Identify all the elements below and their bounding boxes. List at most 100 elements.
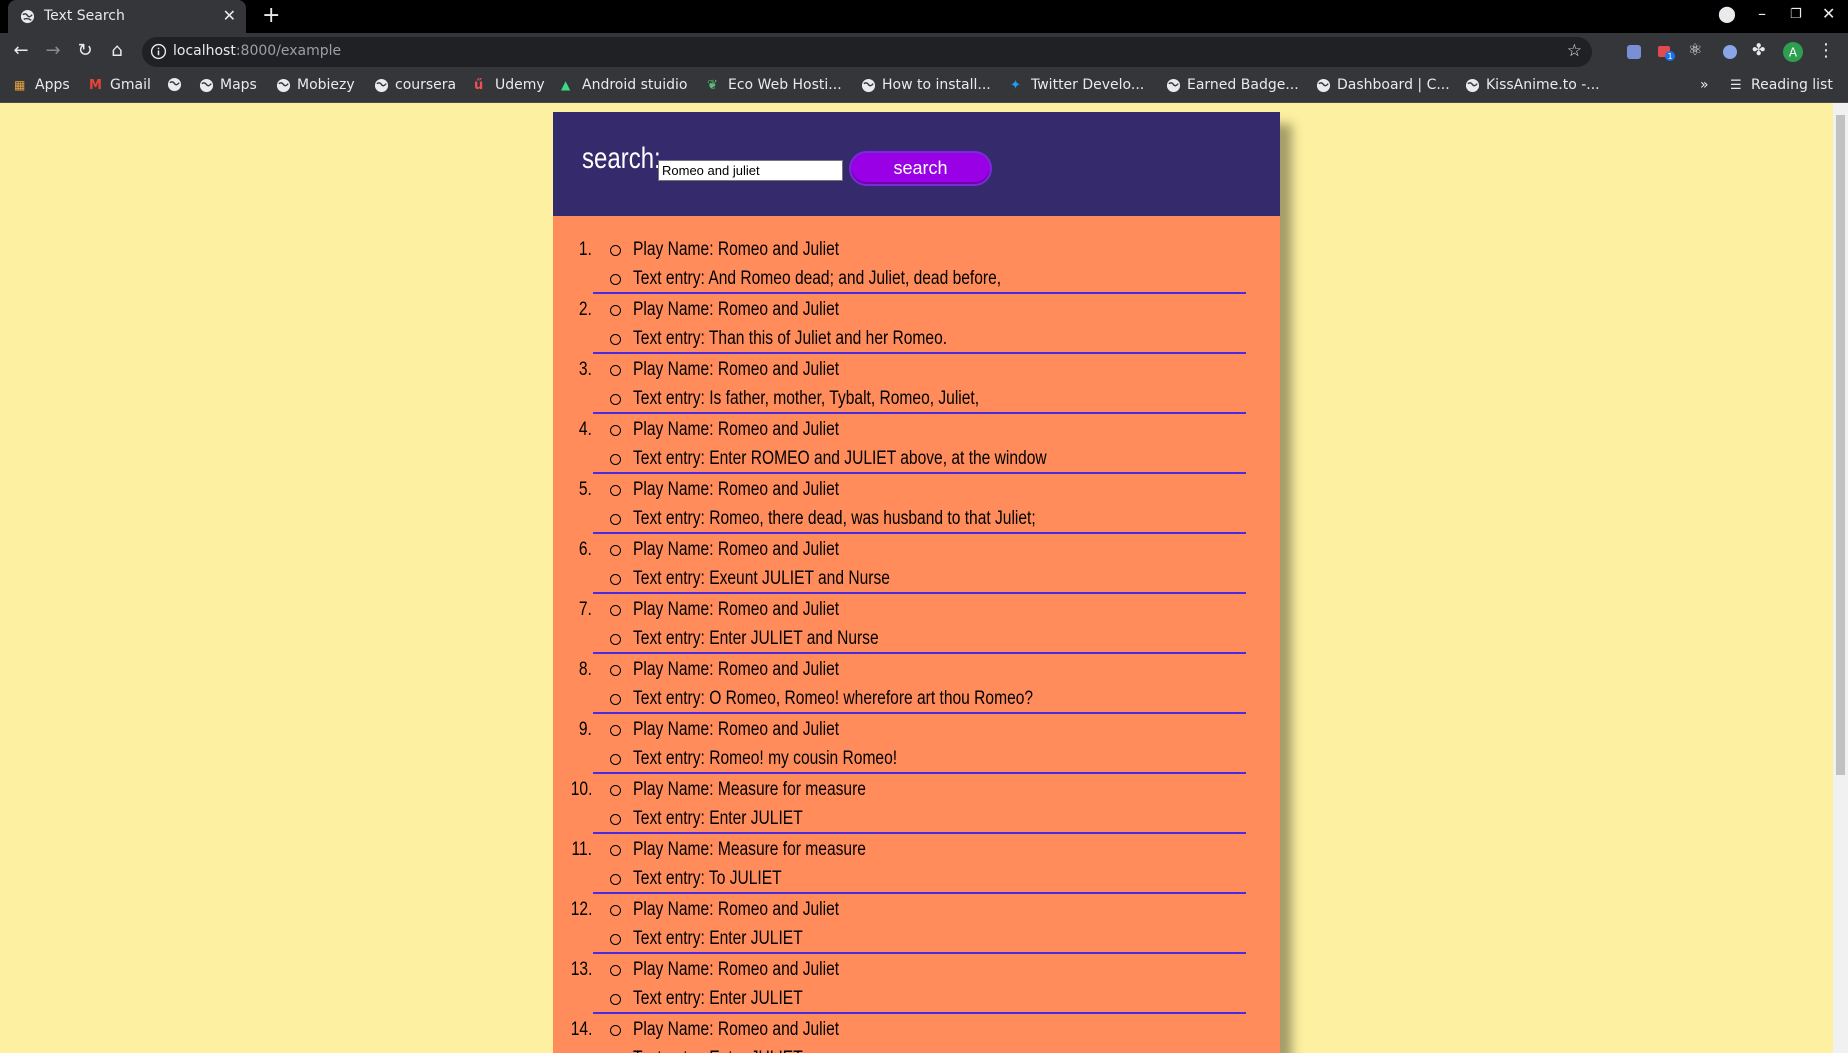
play-name: Play Name: Measure for measure: [633, 839, 866, 860]
bookmark-earned-badges[interactable]: Earned Badge...: [1166, 77, 1299, 93]
android-icon: ▲: [561, 77, 571, 92]
bookmark-gmail[interactable]: M Gmail: [89, 77, 151, 93]
text-entry: Text entry: Romeo! my cousin Romeo!: [633, 748, 898, 769]
circle-bullet-icon: [610, 785, 621, 796]
reading-list-icon: ☰: [1730, 77, 1742, 93]
globe-icon: [1316, 78, 1331, 92]
circle-bullet-icon: [610, 394, 621, 405]
circle-bullet-icon: [610, 725, 621, 736]
text-entry: Text entry: Enter JULIET: [633, 1048, 803, 1053]
minimize-icon[interactable]: –: [1758, 4, 1766, 23]
text-entry: Text entry: And Romeo dead; and Juliet, …: [633, 268, 1002, 289]
play-name: Play Name: Romeo and Juliet: [633, 1019, 840, 1040]
bookmark-dashboard[interactable]: Dashboard | C...: [1316, 77, 1450, 93]
bookmark-maps[interactable]: Maps: [199, 77, 257, 93]
circle-bullet-icon: [610, 694, 621, 705]
play-name: Play Name: Romeo and Juliet: [633, 239, 840, 260]
text-entry: Text entry: To JULIET: [633, 868, 782, 889]
result-number: 10.: [570, 779, 592, 800]
scrollbar-thumb[interactable]: [1836, 115, 1845, 775]
result-number: 3.: [578, 359, 592, 380]
extension-badge-icon[interactable]: 1: [1657, 43, 1675, 61]
menu-kebab-icon[interactable]: ⋮: [1815, 40, 1837, 61]
play-name: Play Name: Romeo and Juliet: [633, 599, 840, 620]
bookmark-label: Maps: [220, 77, 257, 93]
list-item: 12. Play Name: Romeo and Juliet Text entry…: [553, 894, 1280, 954]
play-name: Play Name: Romeo and Juliet: [633, 539, 840, 560]
circle-bullet-icon: [610, 905, 621, 916]
circle-bullet-icon: [610, 605, 621, 616]
url-text: localhost:8000/example: [173, 43, 341, 59]
bookmark-label: Mobiezy: [297, 77, 355, 93]
address-bar[interactable]: localhost:8000/example ☆: [142, 37, 1592, 67]
search-header: search: search: [553, 112, 1280, 216]
window-close-icon[interactable]: ✕: [1822, 4, 1835, 23]
result-number: 1.: [578, 239, 592, 260]
list-item: 7. Play Name: Romeo and Juliet Text entry:…: [553, 594, 1280, 654]
play-name: Play Name: Romeo and Juliet: [633, 659, 840, 680]
bookmark-how-to-install[interactable]: How to install...: [861, 77, 991, 93]
info-icon[interactable]: [150, 43, 167, 60]
result-number: 8.: [578, 659, 592, 680]
bookmark-label: Dashboard | C...: [1337, 77, 1450, 93]
text-entry: Text entry: Romeo, there dead, was husba…: [633, 508, 1036, 529]
result-number: 9.: [578, 719, 592, 740]
tab-search-icon[interactable]: ⬤: [1718, 4, 1736, 23]
text-entry: Text entry: Enter ROMEO and JULIET above…: [633, 448, 1047, 469]
react-devtools-icon[interactable]: ⚛: [1688, 40, 1706, 59]
text-entry: Text entry: Enter JULIET: [633, 988, 803, 1009]
restore-icon[interactable]: ❐: [1790, 7, 1802, 22]
circle-bullet-icon: [610, 274, 621, 285]
bookmark-kissanime[interactable]: KissAnime.to -...: [1465, 77, 1600, 93]
bookmark-twitter-developer[interactable]: ✦ Twitter Develo...: [1010, 77, 1144, 93]
circle-bullet-icon: [610, 545, 621, 556]
circle-bullet-icon: [610, 965, 621, 976]
list-item: 14. Play Name: Romeo and Juliet Text entry…: [553, 1014, 1280, 1053]
extension-circle-icon[interactable]: [1721, 43, 1739, 61]
bookmark-label: Android stuidio: [582, 77, 688, 93]
extension-puzzle-blue-icon[interactable]: [1625, 43, 1643, 61]
bookmark-android-studio[interactable]: ▲ Android stuidio: [561, 77, 687, 93]
new-tab-icon[interactable]: +: [262, 3, 280, 28]
circle-bullet-icon: [610, 934, 621, 945]
bookmark-apps[interactable]: ▦ Apps: [14, 77, 70, 93]
search-button[interactable]: search: [849, 151, 992, 186]
extensions-puzzle-icon[interactable]: ✤: [1752, 40, 1770, 59]
globe-icon: [861, 78, 876, 92]
bookmark-star-icon[interactable]: ☆: [1567, 41, 1582, 61]
text-entry: Text entry: Exeunt JULIET and Nurse: [633, 568, 890, 589]
circle-bullet-icon: [610, 814, 621, 825]
forward-icon[interactable]: →: [42, 40, 64, 61]
more-bookmarks-icon[interactable]: »: [1700, 77, 1709, 93]
reading-list[interactable]: ☰ Reading list: [1730, 77, 1833, 93]
url-path: :8000/example: [235, 43, 342, 59]
list-item: 5. Play Name: Romeo and Juliet Text entry:…: [553, 474, 1280, 534]
result-number: 7.: [578, 599, 592, 620]
page-scrollbar[interactable]: [1833, 103, 1848, 1053]
search-input[interactable]: [658, 160, 843, 181]
list-item: 8. Play Name: Romeo and Juliet Text entry:…: [553, 654, 1280, 714]
home-icon[interactable]: ⌂: [106, 40, 128, 61]
page-viewport: search: search 1. Play Name: Romeo and Ju…: [0, 103, 1848, 1053]
list-item: 6. Play Name: Romeo and Juliet Text entry:…: [553, 534, 1280, 594]
reload-icon[interactable]: ↻: [74, 40, 96, 61]
text-entry: Text entry: Enter JULIET: [633, 808, 803, 829]
bookmark-label: Twitter Develo...: [1031, 77, 1145, 93]
bookmark-udemy[interactable]: ű Udemy: [474, 77, 545, 93]
result-number: 14.: [570, 1019, 592, 1040]
bookmark-eco-web-hosting[interactable]: ❦ Eco Web Hosti...: [707, 77, 842, 93]
close-icon[interactable]: ✕: [223, 6, 236, 25]
bookmark-mobiezy[interactable]: Mobiezy: [276, 77, 355, 93]
tab-text-search[interactable]: Text Search ✕: [8, 0, 246, 33]
back-icon[interactable]: ←: [10, 40, 32, 61]
url-host: localhost: [173, 43, 236, 59]
browser-toolbar: ← → ↻ ⌂ localhost:8000/example ☆ 1 ⚛ ✤ A…: [0, 33, 1848, 71]
bookmark-label: Gmail: [110, 77, 151, 93]
globe-icon: [167, 77, 182, 92]
circle-bullet-icon: [610, 874, 621, 885]
avatar[interactable]: A: [1783, 42, 1803, 62]
bookmark-label: Udemy: [495, 77, 545, 93]
bookmark-globe[interactable]: [167, 77, 182, 92]
text-entry: Text entry: O Romeo, Romeo! wherefore ar…: [633, 688, 1034, 709]
bookmark-coursera[interactable]: coursera: [374, 77, 456, 93]
